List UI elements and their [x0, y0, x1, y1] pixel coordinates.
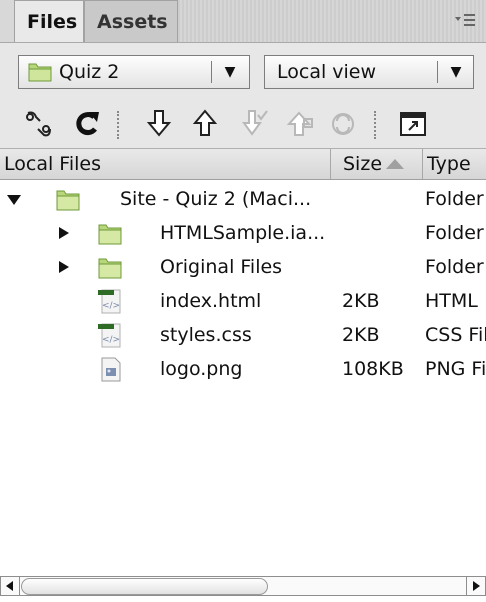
file-size: 108KB	[342, 358, 404, 380]
file-type: PNG Fi	[425, 358, 486, 380]
disclosure-collapsed-icon[interactable]	[56, 250, 72, 284]
file-row-styles-css[interactable]: </> styles.css 2KB CSS Fil	[0, 318, 486, 352]
file-name: index.html	[160, 290, 262, 312]
svg-text:</>: </>	[102, 335, 120, 345]
folder-icon	[56, 190, 80, 211]
file-name: styles.css	[160, 324, 252, 346]
connect-icon[interactable]	[24, 107, 54, 141]
file-name: logo.png	[160, 358, 243, 380]
file-row-site-root[interactable]: Site - Quiz 2 (Maci... Folder	[0, 182, 486, 216]
chevron-down-icon: ▼	[450, 64, 462, 80]
scroll-right-icon[interactable]	[466, 577, 485, 595]
view-select-value: Local view	[277, 61, 377, 83]
html-file-icon: </>	[98, 289, 121, 314]
column-header-local-files[interactable]: Local Files	[4, 149, 101, 179]
toolbar-separator	[117, 111, 119, 139]
site-select[interactable]: Quiz 2 ▼	[18, 55, 250, 89]
file-name: Site - Quiz 2 (Maci...	[120, 188, 312, 210]
get-files-icon[interactable]	[144, 107, 174, 141]
column-header-size[interactable]: Size	[330, 149, 422, 179]
files-panel: Files Assets Quiz 2 ▼ Local view ▼ Local…	[0, 0, 486, 602]
file-type: Folder	[425, 222, 484, 244]
file-list-header: Local Files Size Type	[0, 148, 486, 180]
file-row-index-html[interactable]: </> index.html 2KB HTML	[0, 284, 486, 318]
chevron-down-icon: ▼	[224, 64, 236, 80]
scroll-left-icon[interactable]	[1, 577, 20, 595]
disclosure-collapsed-icon[interactable]	[56, 216, 72, 250]
select-divider	[437, 61, 438, 83]
check-out-icon[interactable]	[240, 107, 270, 141]
tab-bar-gripper	[178, 0, 486, 42]
file-row-original-files[interactable]: Original Files Folder	[0, 250, 486, 284]
tab-files[interactable]: Files	[14, 0, 84, 42]
files-toolbar	[0, 107, 486, 145]
image-file-icon	[101, 357, 121, 382]
svg-text:</>: </>	[102, 301, 120, 311]
file-type: HTML	[425, 290, 478, 312]
folder-icon	[98, 258, 122, 279]
check-in-icon[interactable]	[286, 107, 316, 141]
file-type: Folder	[425, 256, 484, 278]
file-name: Original Files	[160, 256, 283, 278]
horizontal-scrollbar[interactable]	[0, 576, 486, 596]
disclosure-expanded-icon[interactable]	[6, 182, 22, 216]
file-size: 2KB	[342, 290, 380, 312]
column-header-type[interactable]: Type	[422, 149, 486, 179]
panel-tab-bar: Files Assets	[0, 0, 486, 43]
file-size: 2KB	[342, 324, 380, 346]
column-header-size-label: Size	[343, 153, 383, 175]
file-row-logo-png[interactable]: logo.png 108KB PNG Fi	[0, 352, 486, 386]
file-type: CSS Fil	[425, 324, 486, 346]
site-select-value: Quiz 2	[59, 61, 120, 83]
sort-ascending-icon	[386, 159, 405, 169]
panel-menu-icon[interactable]	[454, 12, 476, 28]
folder-icon	[98, 224, 122, 245]
refresh-icon[interactable]	[72, 107, 102, 141]
view-select[interactable]: Local view ▼	[264, 55, 474, 89]
expand-icon[interactable]	[398, 107, 428, 141]
css-file-icon: </>	[98, 323, 121, 348]
select-divider	[211, 61, 212, 83]
folder-icon	[28, 63, 52, 82]
scrollbar-thumb[interactable]	[21, 578, 268, 595]
site-controls: Quiz 2 ▼ Local view ▼	[0, 43, 486, 148]
put-files-icon[interactable]	[190, 107, 220, 141]
file-type: Folder	[425, 188, 484, 210]
file-row-htmlsample[interactable]: HTMLSample.ia... Folder	[0, 216, 486, 250]
tab-assets[interactable]: Assets	[84, 0, 178, 42]
toolbar-separator	[374, 111, 376, 139]
file-name: HTMLSample.ia...	[160, 222, 326, 244]
synchronize-icon[interactable]	[328, 107, 358, 141]
